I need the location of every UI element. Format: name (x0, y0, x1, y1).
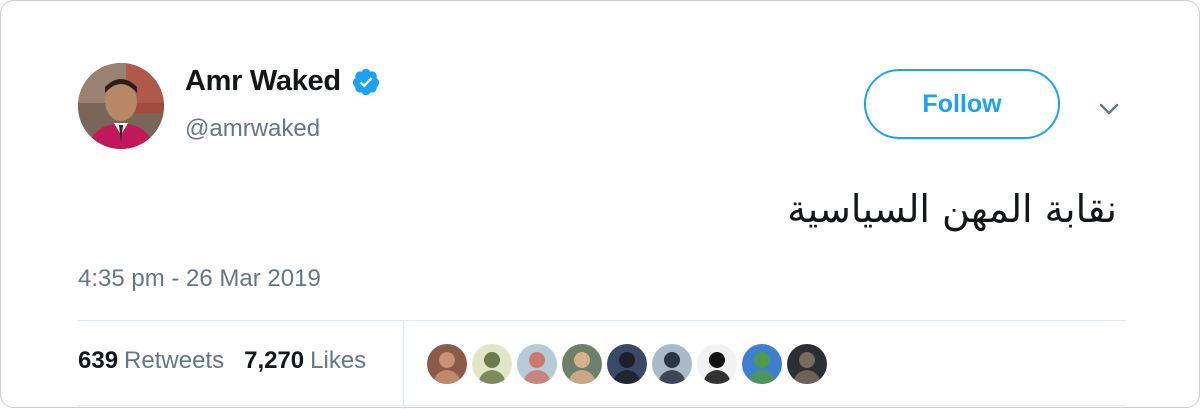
tweet-text: نقابة المهن السياسية (787, 187, 1117, 231)
user-avatar-5[interactable] (605, 342, 649, 386)
stats-separator (403, 321, 404, 409)
user-avatar-3[interactable] (515, 342, 559, 386)
likes-label: Likes (310, 347, 367, 374)
divider-top (78, 320, 1126, 321)
user-avatar-7[interactable] (695, 342, 739, 386)
user-avatar-2[interactable] (470, 342, 514, 386)
likes-stat[interactable]: 7,270 Likes (244, 347, 366, 375)
user-avatar-4[interactable] (560, 342, 604, 386)
author-handle[interactable]: @amrwaked (185, 115, 320, 143)
retweets-stat[interactable]: 639 Retweets (78, 347, 224, 375)
tweet-card: Amr Waked @amrwaked Follow نقابة المهن ا… (0, 0, 1200, 409)
author-photo (78, 63, 164, 149)
likers-avatar-list (425, 342, 829, 386)
user-avatar-8[interactable] (740, 342, 784, 386)
follow-button[interactable]: Follow (864, 69, 1060, 139)
verified-badge-icon (351, 67, 381, 97)
author-avatar[interactable] (78, 63, 164, 149)
user-avatar-9[interactable] (785, 342, 829, 386)
likes-count: 7,270 (244, 347, 305, 374)
retweets-label: Retweets (124, 347, 225, 374)
chevron-down-icon[interactable] (1095, 95, 1123, 123)
author-display-name[interactable]: Amr Waked (185, 65, 341, 98)
user-avatar-1[interactable] (425, 342, 469, 386)
divider-bottom (78, 405, 1126, 406)
retweets-count: 639 (78, 347, 119, 374)
tweet-timestamp[interactable]: 4:35 pm - 26 Mar 2019 (78, 265, 321, 293)
tweet-stats: 639 Retweets 7,270 Likes (78, 347, 366, 375)
user-avatar-6[interactable] (650, 342, 694, 386)
author-name-row[interactable]: Amr Waked (185, 65, 381, 98)
